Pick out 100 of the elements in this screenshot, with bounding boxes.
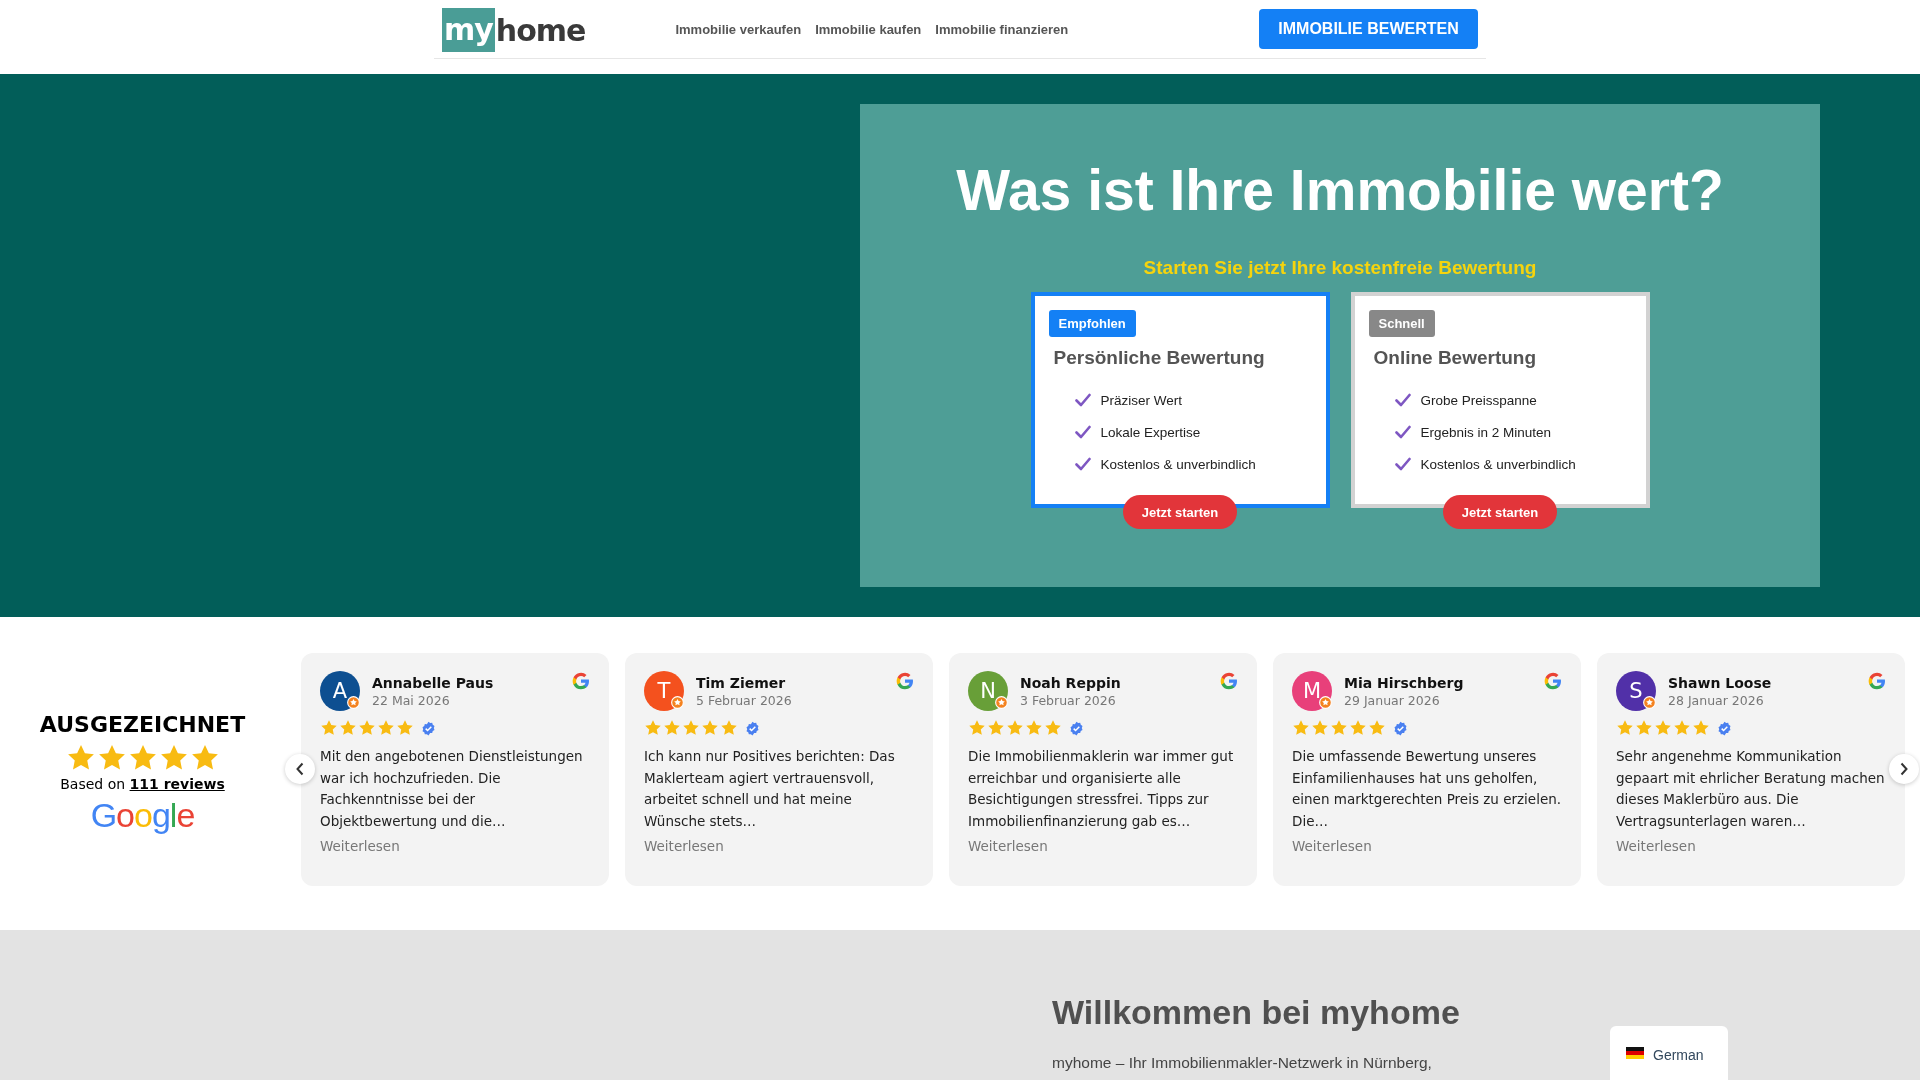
language-switcher[interactable]: German (1610, 1026, 1728, 1080)
review-date: 3 Februar 2026 (1020, 692, 1117, 708)
read-more-link[interactable]: Weiterlesen (968, 838, 1239, 854)
star-icon (1673, 719, 1691, 737)
chevron-right-icon (1899, 762, 1909, 776)
option-title: Online Bewertung (1373, 347, 1538, 370)
star-icon (1349, 719, 1367, 737)
feature-text: Ergebnis in 2 Minuten (1420, 424, 1552, 440)
reviewer-name: Noah Reppin (1020, 674, 1122, 691)
read-more-link[interactable]: Weiterlesen (1292, 838, 1563, 854)
google-logo: Google (90, 796, 195, 835)
chevron-left-icon (295, 762, 305, 776)
star-icon (1025, 719, 1043, 737)
star-badge-icon (1643, 696, 1656, 709)
review-text: Ich kann nur Positives berichten: Das Maklerteam agiert vertrauensvoll, arbeitet schnell und hat meine Wünsche stets… (644, 747, 896, 831)
avatar: N (968, 671, 1008, 711)
option-card[interactable]: Empfohlen Persönliche Bewertung Präziser Wert Lokale Expertise Kostenlos & unverbindlich (1030, 292, 1330, 509)
star-badge-icon (671, 696, 684, 709)
google-icon (1543, 671, 1563, 691)
start-button[interactable]: Jetzt starten (1443, 495, 1557, 530)
star-icon (1692, 719, 1710, 737)
welcome-text: myhome – Ihr Immobilienmakler-Netzwerk in Nürnberg, (1052, 1054, 1433, 1072)
star-icon (320, 719, 338, 737)
avatar: S (1616, 671, 1656, 711)
read-more-link[interactable]: Weiterlesen (320, 838, 591, 854)
welcome-title: Willkommen bei myhome (1052, 993, 1460, 1032)
check-icon (1394, 393, 1411, 408)
review-text: Sehr angenehme Kommunikation gepaart mit ehrlicher Beratung machen dieses Maklerbüro aus. Die Vertragsunterlagen waren… (1616, 747, 1886, 831)
star-icon (1292, 719, 1310, 737)
star-icon (968, 719, 986, 737)
logo[interactable]: myhome (442, 8, 586, 52)
star-icon (644, 719, 662, 737)
star-badge-icon (347, 696, 360, 709)
avatar: T (644, 671, 684, 711)
reviewer-name: Shawn Loose (1668, 674, 1773, 691)
option-title: Persönliche Bewertung (1053, 347, 1266, 370)
star-icon (1006, 719, 1024, 737)
rating-label: AUSGEZEICHNET (39, 712, 246, 737)
read-more-link[interactable]: Weiterlesen (644, 838, 915, 854)
feature-text: Lokale Expertise (1100, 424, 1201, 440)
star-icon (663, 719, 681, 737)
star-icon (1635, 719, 1653, 737)
star-icon (339, 719, 357, 737)
start-button[interactable]: Jetzt starten (1123, 495, 1237, 530)
review-date: 5 Februar 2026 (696, 692, 793, 708)
flag-icon (1626, 1047, 1644, 1059)
review-text: Die umfassende Bewertung unseres Einfamilienhauses hat uns geholfen, einen marktgerechten Preis zu erzielen. Die… (1292, 747, 1563, 831)
verified-icon (1717, 720, 1732, 736)
option-badge: Schnell (1368, 310, 1435, 338)
star-icon (987, 719, 1005, 737)
verified-icon (1393, 720, 1408, 736)
reviews-link[interactable]: 111 reviews (129, 776, 225, 792)
hero-title: Was ist Ihre Immobilie wert? (956, 157, 1724, 224)
check-icon (1394, 457, 1411, 472)
check-icon (1074, 457, 1091, 472)
nav-link[interactable]: Immobilie verkaufen (675, 21, 802, 37)
avatar: M (1292, 671, 1332, 711)
review-date: 28 Januar 2026 (1668, 692, 1765, 708)
star-icon (1616, 719, 1634, 737)
star-badge-icon (1319, 696, 1332, 709)
review-date: 29 Januar 2026 (1344, 692, 1441, 708)
feature-text: Kostenlos & unverbindlich (1420, 456, 1576, 472)
star-icon (377, 719, 395, 737)
check-icon (1394, 425, 1411, 440)
feature-text: Grobe Preisspanne (1420, 392, 1537, 408)
check-icon (1074, 393, 1091, 408)
hero-subtitle: Starten Sie jetzt Ihre kostenfreie Bewertung (1143, 257, 1537, 280)
star-icon (701, 719, 719, 737)
option-badge: Empfohlen (1048, 310, 1136, 338)
valuation-button[interactable]: IMMOBILIE BEWERTEN (1259, 9, 1478, 49)
google-icon (895, 671, 915, 691)
review-text: Mit den angebotenen Dienstleistungen war ich hochzufrieden. Die Fachkenntnisse bei der Objektbewertung und die… (320, 747, 584, 831)
verified-icon (745, 720, 760, 736)
star-icon (1311, 719, 1329, 737)
star-icon (1330, 719, 1348, 737)
option-card[interactable]: Schnell Online Bewertung Grobe Preisspanne Ergebnis in 2 Minuten Kostenlos & unverbindlich (1350, 292, 1650, 509)
feature-text: Kostenlos & unverbindlich (1100, 456, 1256, 472)
nav-link[interactable]: Immobilie finanzieren (935, 21, 1069, 37)
feature-text: Präziser Wert (1100, 392, 1182, 408)
reviewer-name: Mia Hirschberg (1344, 674, 1465, 691)
next-button[interactable] (1889, 754, 1919, 784)
read-more-link[interactable]: Weiterlesen (1616, 838, 1887, 854)
review-text: Die Immobilienmaklerin war immer gut erreichbar und organisierte alle Besichtigungen stressfrei. Tipps zur Immobilienfinanzierung gab es… (968, 747, 1235, 831)
verified-icon (421, 720, 436, 736)
star-icon (1044, 719, 1062, 737)
reviewer-name: Tim Ziemer (696, 674, 787, 691)
review-count-text: Based on 111 reviews (60, 776, 225, 792)
google-icon (1867, 671, 1887, 691)
avatar: A (320, 671, 360, 711)
previous-button[interactable] (285, 754, 315, 784)
star-icon (1368, 719, 1386, 737)
google-icon (571, 671, 591, 691)
star-icon (682, 719, 700, 737)
verified-icon (1069, 720, 1084, 736)
check-icon (1074, 425, 1091, 440)
star-icon (358, 719, 376, 737)
reviewer-name: Annabelle Paus (372, 674, 495, 691)
language-label: German (1653, 1047, 1704, 1063)
star-icon (1654, 719, 1672, 737)
nav-link[interactable]: Immobilie kaufen (815, 21, 922, 37)
